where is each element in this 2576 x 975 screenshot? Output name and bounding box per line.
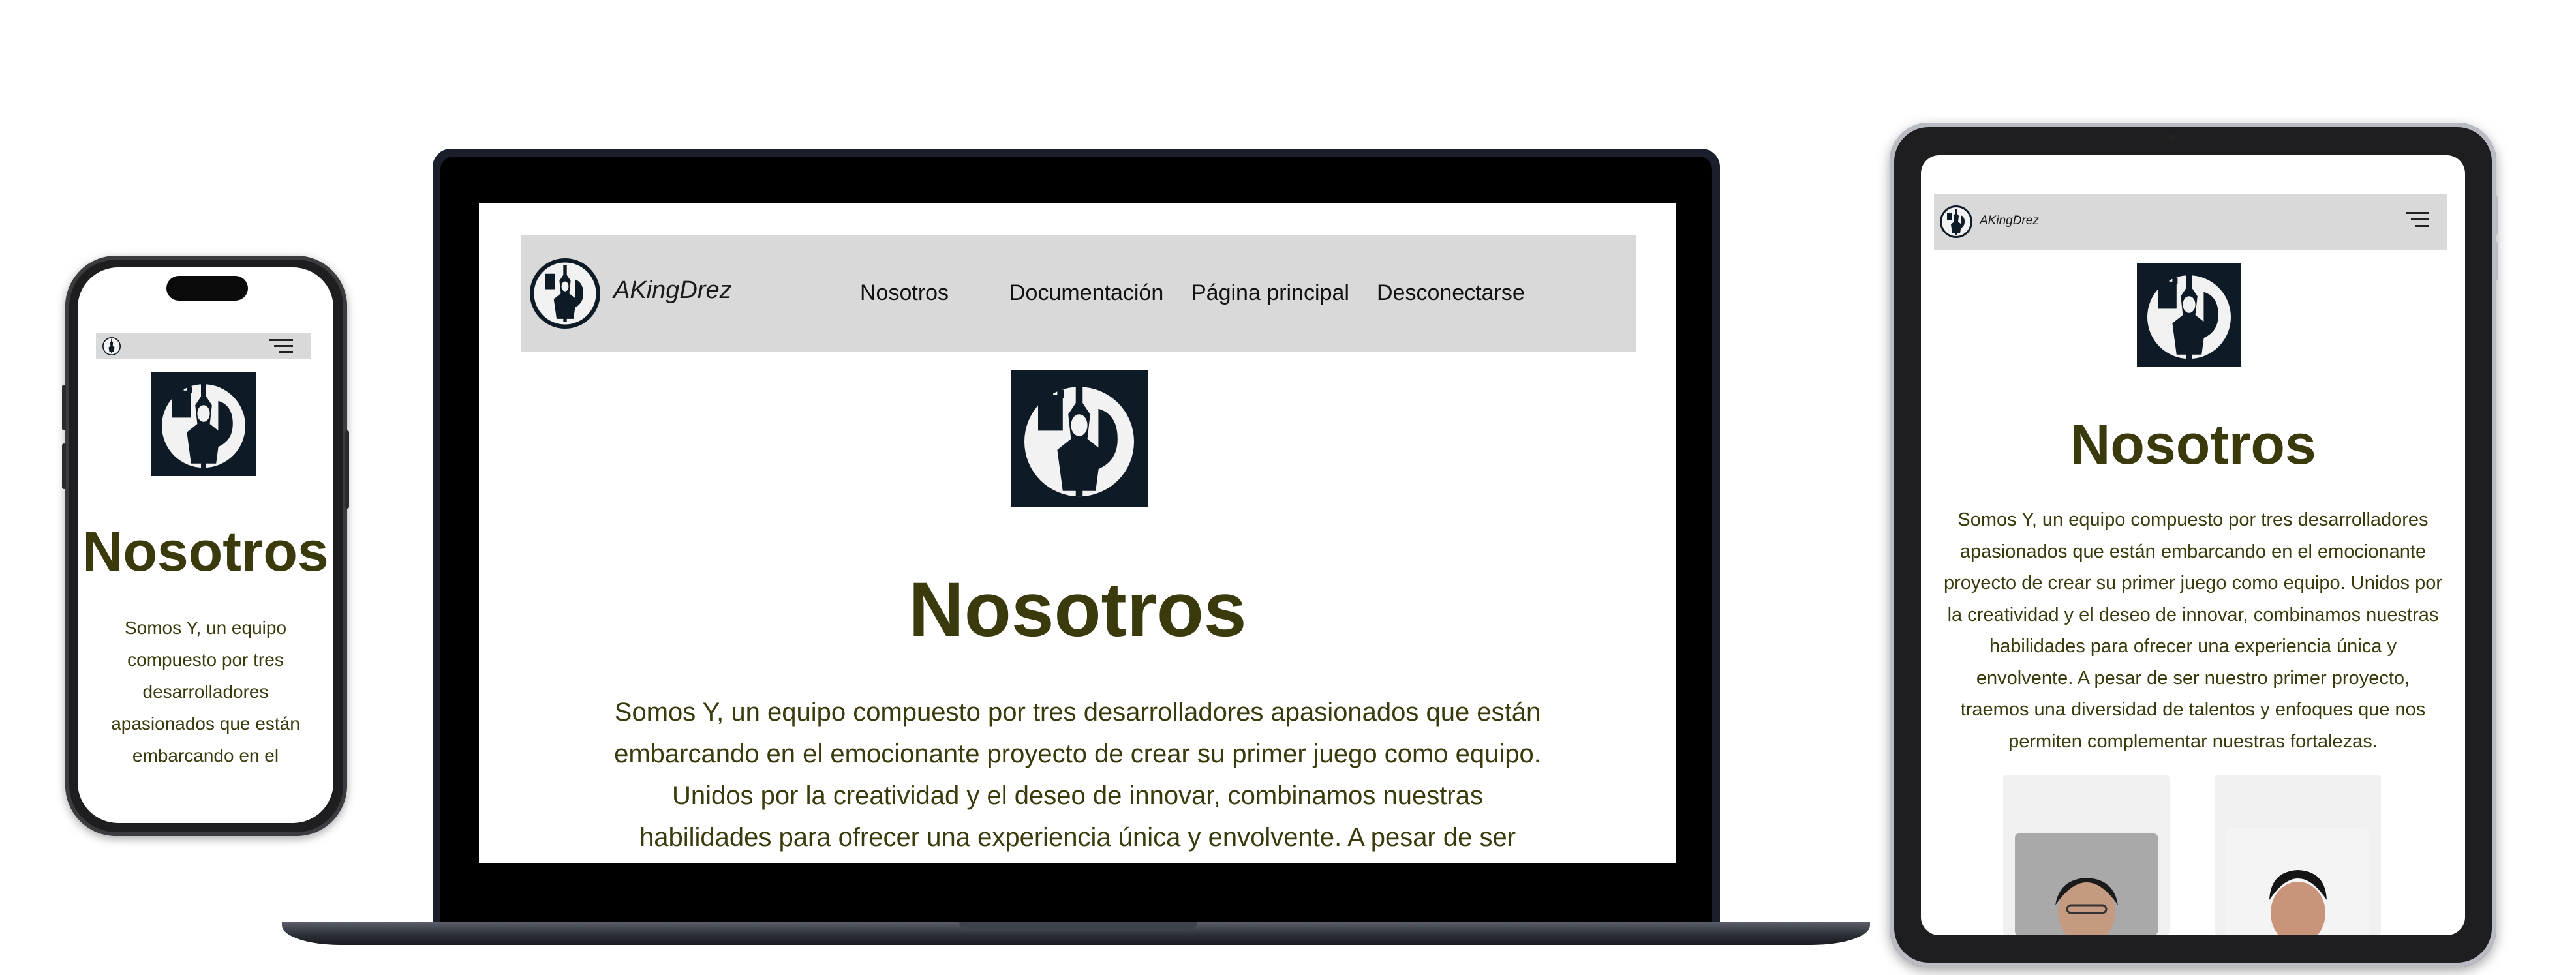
page-description: Somos Y, un equipo compuesto por tres de…	[614, 698, 1541, 852]
page-title: Nosotros	[2070, 413, 2316, 476]
team-logo	[1011, 370, 1148, 507]
brand-name[interactable]: AKingDrez	[613, 277, 732, 305]
team-member-photo	[2015, 833, 2158, 935]
navbar-logo[interactable]	[1940, 205, 1972, 238]
team-logo	[2137, 263, 2241, 367]
nav-link-documentacion[interactable]: Documentación	[1009, 280, 1163, 306]
page-description: Somos Y, un equipo compuesto por tres de…	[111, 618, 300, 766]
brand-name[interactable]: AKingDrez	[1980, 214, 2039, 228]
hamburger-menu-icon[interactable]	[269, 338, 293, 355]
page-title: Nosotros	[908, 567, 1247, 653]
phone-side-button	[62, 385, 66, 430]
team-member-photo	[2226, 828, 2369, 935]
nav-link-desconectarse[interactable]: Desconectarse	[1377, 280, 1525, 306]
nav-link-nosotros[interactable]: Nosotros	[860, 280, 949, 306]
tablet-camera	[2168, 133, 2175, 141]
tablet-side-button	[2494, 196, 2498, 235]
page-title: Nosotros	[82, 520, 329, 583]
laptop-hinge-notch	[959, 922, 1197, 931]
page-description: Somos Y, un equipo compuesto por tres de…	[1943, 509, 2443, 752]
phone-side-button	[62, 443, 66, 489]
tablet-side-button	[2494, 241, 2498, 280]
team-logo	[151, 372, 256, 476]
nav-link-pagina-principal[interactable]: Página principal	[1191, 280, 1349, 306]
phone-power-button	[345, 430, 349, 509]
navbar-logo[interactable]	[530, 258, 600, 329]
hamburger-menu-icon[interactable]	[2406, 210, 2429, 230]
phone-dynamic-island	[166, 276, 248, 301]
navbar-logo[interactable]	[102, 337, 121, 355]
